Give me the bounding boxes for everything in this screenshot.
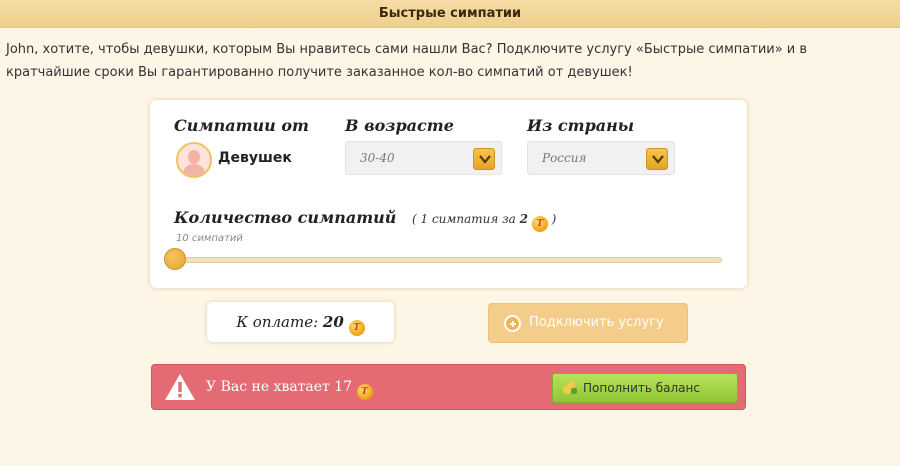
count-price-note: ( 1 симпатия за 2 T ) bbox=[412, 212, 556, 232]
age-select[interactable]: 30-40 bbox=[345, 141, 502, 175]
alert-message: У Вас не хватает 17 T bbox=[206, 379, 373, 400]
count-slider-handle[interactable] bbox=[164, 248, 186, 270]
coins-plus-icon bbox=[563, 381, 577, 395]
plus-circle-icon bbox=[504, 315, 521, 332]
coin-icon: T bbox=[348, 320, 365, 336]
count-label: Количество симпатий bbox=[174, 208, 397, 227]
payment-box: К оплате: 20 T bbox=[207, 302, 394, 342]
chevron-down-icon[interactable] bbox=[473, 148, 495, 170]
order-form-card: Симпатии от В возрасте Из страны Девушек… bbox=[150, 100, 747, 288]
intro-text: John, хотите, чтобы девушки, которым Вы … bbox=[6, 42, 808, 80]
alert-message-text: У Вас не хватает 17 bbox=[206, 379, 353, 395]
coin-icon: T bbox=[531, 216, 548, 232]
payment-label: К оплате: bbox=[236, 313, 319, 331]
age-label: В возрасте bbox=[345, 116, 454, 135]
connect-service-label: Подключить услугу bbox=[529, 315, 664, 330]
from-label: Симпатии от bbox=[174, 116, 309, 135]
country-label: Из страны bbox=[527, 116, 635, 135]
count-note-price: 2 bbox=[519, 212, 528, 226]
country-select-value: Россия bbox=[542, 151, 587, 165]
chevron-down-icon[interactable] bbox=[646, 148, 668, 170]
payment-amount: 20 bbox=[322, 313, 344, 331]
page-title: Быстрые симпатии bbox=[378, 6, 522, 21]
page-header: Быстрые симпатии bbox=[0, 0, 900, 28]
insufficient-funds-alert: У Вас не хватает 17 T Пополнить баланс bbox=[151, 364, 746, 410]
top-up-balance-label: Пополнить баланс bbox=[583, 381, 700, 395]
from-value: Девушек bbox=[218, 150, 292, 166]
coin-icon: T bbox=[356, 384, 373, 400]
slider-value-label: 10 симпатий bbox=[176, 233, 243, 244]
connect-service-button[interactable]: Подключить услугу bbox=[488, 303, 688, 343]
top-up-balance-button[interactable]: Пополнить баланс bbox=[552, 373, 738, 403]
age-select-value: 30-40 bbox=[360, 151, 395, 165]
female-avatar-icon bbox=[176, 142, 212, 178]
warning-icon bbox=[165, 374, 195, 400]
count-note-prefix: ( 1 симпатия за bbox=[412, 212, 520, 226]
count-note-suffix: ) bbox=[547, 212, 557, 226]
count-slider-track[interactable] bbox=[172, 257, 722, 263]
country-select[interactable]: Россия bbox=[527, 141, 675, 175]
